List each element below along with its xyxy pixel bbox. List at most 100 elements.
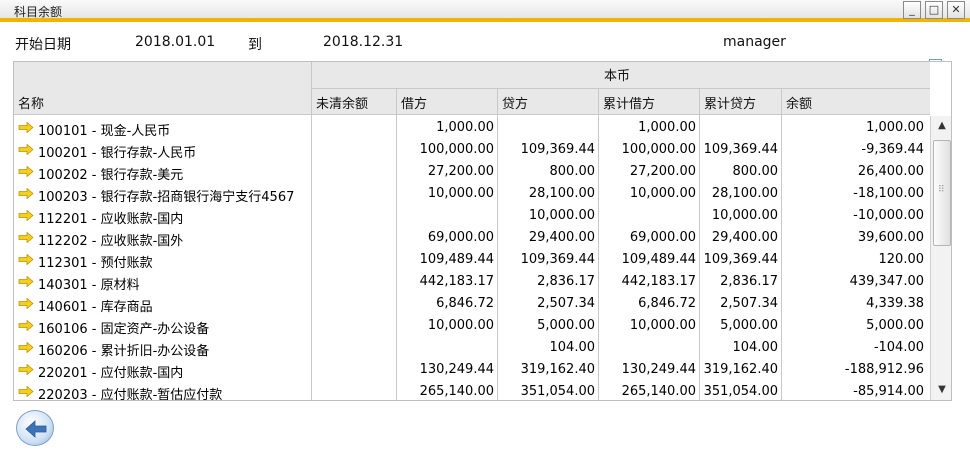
cell-account-name: 112202 - 应收账款-国外 [38,234,184,249]
yellow-right-arrow-icon[interactable] [18,122,34,133]
cell-cum-credit: 2,836.17 [720,274,778,289]
end-date-value: 2018.12.31 [323,34,404,50]
cell-balance: 1,000.00 [866,120,924,135]
column-header-name[interactable]: 名称 [18,93,44,112]
yellow-right-arrow-icon[interactable] [18,298,34,309]
cell-cum-credit: 28,100.00 [711,186,778,201]
column-header-cum-debit[interactable]: 累计借方 [603,93,655,112]
cell-cum-credit: 5,000.00 [720,318,778,333]
cell-credit: 800.00 [549,164,596,179]
cell-cum-debit: 27,200.00 [629,164,696,179]
yellow-right-arrow-icon[interactable] [18,342,34,353]
minimize-button[interactable]: _ [903,1,921,19]
group-header-local-currency: 本币 [604,69,631,84]
cell-cum-credit: 351,054.00 [703,384,778,399]
cell-debit: 1,000.00 [436,120,494,135]
cell-credit: 10,000.00 [528,208,595,223]
scroll-thumb[interactable]: ⠿ [933,140,951,246]
back-arrow-icon [25,420,47,438]
cell-account-name: 112301 - 预付账款 [38,256,153,271]
cell-debit: 100,000.00 [419,142,494,157]
cell-cum-credit: 2,507.34 [720,296,778,311]
window-titlebar: 科目余额 _ □ ✕ [0,0,970,22]
cell-cum-debit: 130,249.44 [621,362,696,377]
cell-account-name: 100101 - 现金-人民币 [38,124,171,139]
maximize-button[interactable]: □ [925,1,943,19]
yellow-right-arrow-icon[interactable] [18,188,34,199]
cell-credit: 109,369.44 [520,252,595,267]
cell-cum-credit: 10,000.00 [711,208,778,223]
yellow-right-arrow-icon[interactable] [18,144,34,155]
cell-balance: 39,600.00 [857,230,924,245]
vertical-scrollbar[interactable]: ▲ ⠿ ▼ [930,116,951,400]
yellow-right-arrow-icon[interactable] [18,254,34,265]
column-header-debit[interactable]: 借方 [401,93,427,112]
cell-balance: -188,912.96 [844,362,924,377]
cell-debit: 10,000.00 [427,186,494,201]
cell-credit: 28,100.00 [528,186,595,201]
user-name: manager [723,34,786,50]
cell-balance: -85,914.00 [853,384,924,399]
column-header-credit[interactable]: 贷方 [502,93,528,112]
cell-credit: 319,162.40 [520,362,595,377]
table-row[interactable]: 112201 - 应收账款-国内 10,000.00 10,000.00 -10,00… [14,205,930,227]
cell-cum-credit: 109,369.44 [703,142,778,157]
cell-account-name: 160106 - 固定资产-办公设备 [38,322,210,337]
close-button[interactable]: ✕ [947,1,965,19]
scroll-up-button[interactable]: ▲ [934,118,950,134]
column-header-cum-credit[interactable]: 累计贷方 [704,93,756,112]
yellow-right-arrow-icon[interactable] [18,364,34,375]
cell-debit: 442,183.17 [419,274,494,289]
table-row[interactable]: 160106 - 固定资产-办公设备 10,000.00 5,000.00 10,00… [14,315,930,337]
cell-debit: 6,846.72 [436,296,494,311]
yellow-right-arrow-icon[interactable] [18,166,34,177]
scroll-down-button[interactable]: ▼ [934,382,950,398]
cell-credit: 351,054.00 [520,384,595,399]
yellow-right-arrow-icon[interactable] [18,276,34,287]
cell-balance: 120.00 [878,252,925,267]
cell-debit: 109,489.44 [419,252,494,267]
table-row[interactable]: 112301 - 预付账款 109,489.44 109,369.44 109,489… [14,249,930,271]
cell-account-name: 140301 - 原材料 [38,278,140,293]
cell-balance: -9,369.44 [861,142,924,157]
table-row[interactable]: 140601 - 库存商品 6,846.72 2,507.34 6,846.72 2,5… [14,293,930,315]
cell-credit: 5,000.00 [537,318,595,333]
cell-cum-credit: 29,400.00 [711,230,778,245]
cell-cum-credit: 800.00 [732,164,779,179]
table-row[interactable]: 100201 - 银行存款-人民币 100,000.00 109,369.44 100… [14,139,930,161]
table-row[interactable]: 140301 - 原材料 442,183.17 2,836.17 442,183.17… [14,271,930,293]
cell-balance: -18,100.00 [853,186,924,201]
cell-cum-debit: 100,000.00 [621,142,696,157]
column-header-balance[interactable]: 余额 [786,93,812,112]
table-row[interactable]: 112202 - 应收账款-国外 69,000.00 29,400.00 69,000… [14,227,930,249]
column-header-open-balance[interactable]: 未清余额 [316,93,368,112]
back-button[interactable] [16,410,54,446]
cell-debit: 265,140.00 [419,384,494,399]
header-bottom-line [14,114,930,115]
cell-debit: 69,000.00 [427,230,494,245]
cell-balance: 26,400.00 [857,164,924,179]
yellow-right-arrow-icon[interactable] [18,320,34,331]
cell-balance: 4,339.38 [866,296,924,311]
yellow-right-arrow-icon[interactable] [18,386,34,397]
yellow-right-arrow-icon[interactable] [18,232,34,243]
cell-cum-debit: 1,000.00 [638,120,696,135]
cell-account-name: 220203 - 应付账款-暂估应付款 [38,388,223,401]
cell-cum-debit: 10,000.00 [629,186,696,201]
table-row[interactable]: 220203 - 应付账款-暂估应付款 265,140.00 351,054.00 2… [14,381,930,401]
yellow-right-arrow-icon[interactable] [18,210,34,221]
cell-balance: 5,000.00 [866,318,924,333]
window-title: 科目余额 [14,5,63,19]
cell-account-name: 160206 - 累计折旧-办公设备 [38,344,210,359]
cell-balance: 439,347.00 [849,274,924,289]
table-row[interactable]: 100202 - 银行存款-美元 27,200.00 800.00 27,200.00… [14,161,930,183]
table-row[interactable]: 220201 - 应付账款-国内 130,249.44 319,162.40 130,… [14,359,930,381]
table-row[interactable]: 160206 - 累计折旧-办公设备 104.00 104.00 -104.00 [14,337,930,359]
cell-cum-debit: 69,000.00 [629,230,696,245]
cell-debit: 130,249.44 [419,362,494,377]
cell-account-name: 100201 - 银行存款-人民币 [38,146,197,161]
cell-account-name: 112201 - 应收账款-国内 [38,212,184,227]
cell-cum-debit: 109,489.44 [621,252,696,267]
table-row[interactable]: 100203 - 银行存款-招商银行海宁支行4567 10,000.00 28,10… [14,183,930,205]
table-row[interactable]: 100101 - 现金-人民币 1,000.00 1,000.00 1,000.00 [14,117,930,139]
